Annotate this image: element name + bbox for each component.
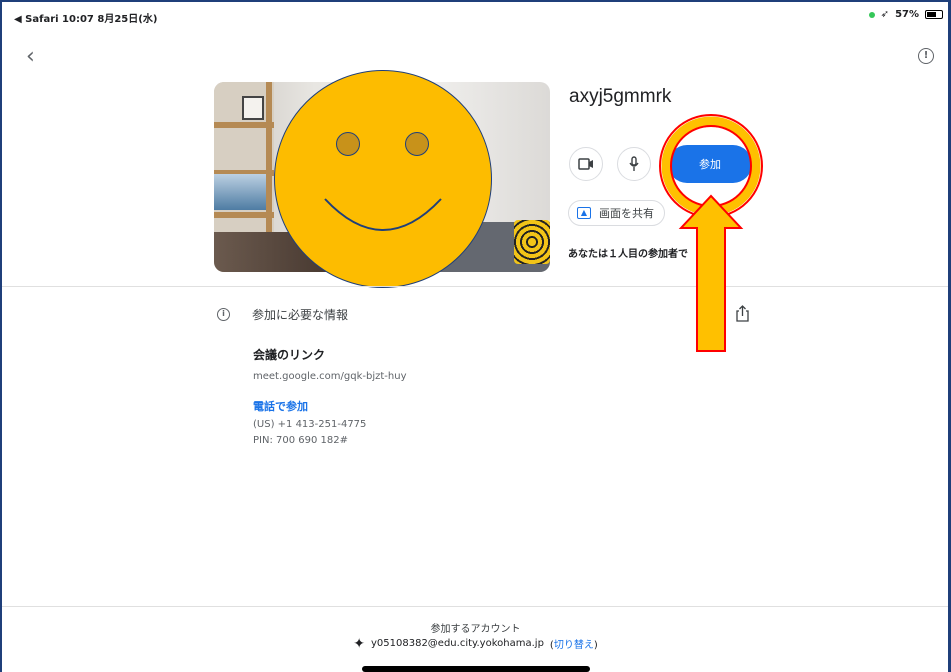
status-bar: ◀ Safari 10:07 8月25日(水) ➶ 57% xyxy=(0,0,951,26)
meeting-link-label: 会議のリンク xyxy=(253,348,326,362)
join-button[interactable]: 参加 xyxy=(668,145,752,183)
join-button-label: 参加 xyxy=(699,158,721,171)
share-screen-button[interactable]: ▲ 画面を共有 xyxy=(568,200,665,226)
report-button[interactable]: ! xyxy=(918,48,934,64)
account-row: ✦ y05108382@edu.city.yokohama.jp (切り替え) xyxy=(0,635,951,652)
home-indicator xyxy=(362,666,590,672)
join-by-phone-link[interactable]: 電話で参加 xyxy=(253,398,407,414)
account-label: 参加するアカウント xyxy=(430,624,521,635)
shelf-board xyxy=(214,212,274,218)
battery-percent: 57% xyxy=(895,9,919,20)
meeting-code: axyj5gmmrk xyxy=(569,86,672,107)
status-right: ➶ 57% xyxy=(868,9,943,20)
shelf-board xyxy=(214,122,274,128)
video-camera-icon xyxy=(578,158,593,170)
picture-frame xyxy=(242,96,264,120)
microphone-icon xyxy=(629,156,639,171)
smiley-right-eye xyxy=(405,132,429,156)
camera-in-use-dot xyxy=(868,11,875,18)
present-screen-icon: ▲ xyxy=(577,207,591,219)
join-info-title: 参加に必要な情報 xyxy=(252,308,349,322)
blue-artwork xyxy=(214,174,266,210)
camera-toggle-button[interactable] xyxy=(569,147,603,181)
join-details: 会議のリンク meet.google.com/gqk-bjzt-huy 電話で参… xyxy=(253,346,407,446)
switch-paren-close: ) xyxy=(593,640,598,651)
pillow xyxy=(514,220,550,264)
avatar: ✦ xyxy=(353,635,365,652)
battery-icon xyxy=(925,10,943,19)
smiley-face-overlay xyxy=(274,70,492,288)
account-email: y05108382@edu.city.yokohama.jp xyxy=(370,638,544,649)
location-icon: ➶ xyxy=(880,9,890,20)
info-icon: i xyxy=(217,308,230,321)
chevron-left-icon: ‹ xyxy=(26,44,35,69)
switch-account-wrapper: (切り替え) xyxy=(550,636,598,651)
microphone-toggle-button[interactable] xyxy=(617,147,651,181)
switch-account-link[interactable]: 切り替え xyxy=(554,640,594,651)
phone-pin: PIN: 700 690 182# xyxy=(253,435,349,446)
divider xyxy=(2,606,948,607)
share-screen-label: 画面を共有 xyxy=(599,207,654,220)
smiley-left-eye xyxy=(336,132,360,156)
back-button[interactable]: ‹ xyxy=(26,44,35,69)
first-participant-note: あなたは１人目の参加者で xyxy=(568,249,688,260)
share-icon[interactable] xyxy=(736,305,749,322)
status-left-text: ◀ Safari 10:07 8月25日(水) xyxy=(14,14,158,25)
divider xyxy=(2,286,948,287)
phone-number: (US) +1 413-251-4775 xyxy=(253,419,367,430)
smiley-mouth xyxy=(324,198,442,231)
status-left: ◀ Safari 10:07 8月25日(水) xyxy=(14,10,157,25)
join-info-header: i 参加に必要な情報 xyxy=(217,306,348,323)
meeting-link-url[interactable]: meet.google.com/gqk-bjzt-huy xyxy=(253,371,407,382)
report-icon: ! xyxy=(923,50,929,61)
